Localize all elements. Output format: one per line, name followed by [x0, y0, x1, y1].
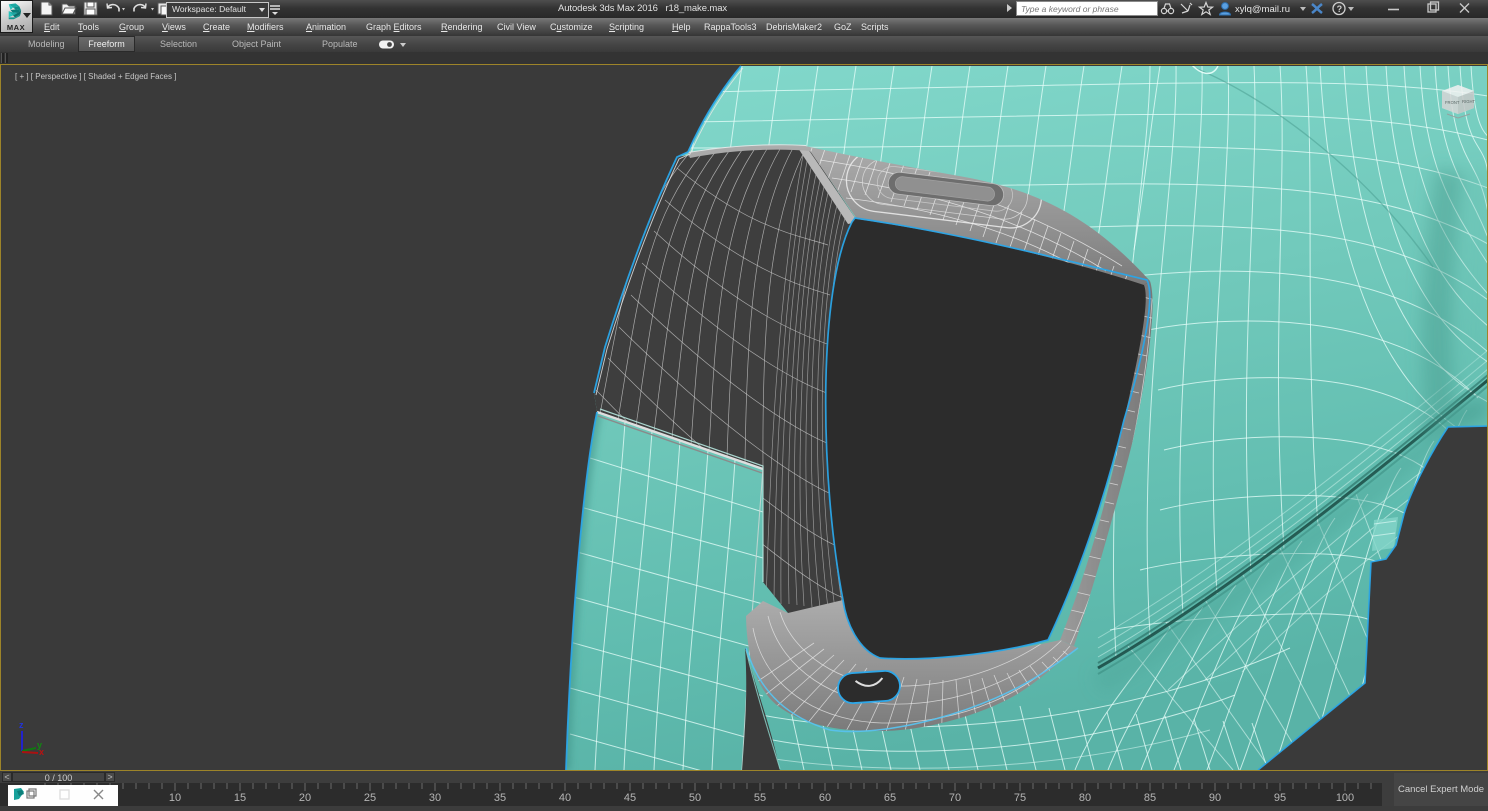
svg-text:xylq@mail.ru: xylq@mail.ru — [1235, 4, 1290, 15]
svg-text:?: ? — [1337, 4, 1343, 14]
svg-text:RIGHT: RIGHT — [1462, 99, 1475, 104]
svg-text:x: x — [39, 747, 44, 757]
svg-text:FRONT: FRONT — [1445, 100, 1460, 105]
svg-text:z: z — [19, 720, 24, 730]
